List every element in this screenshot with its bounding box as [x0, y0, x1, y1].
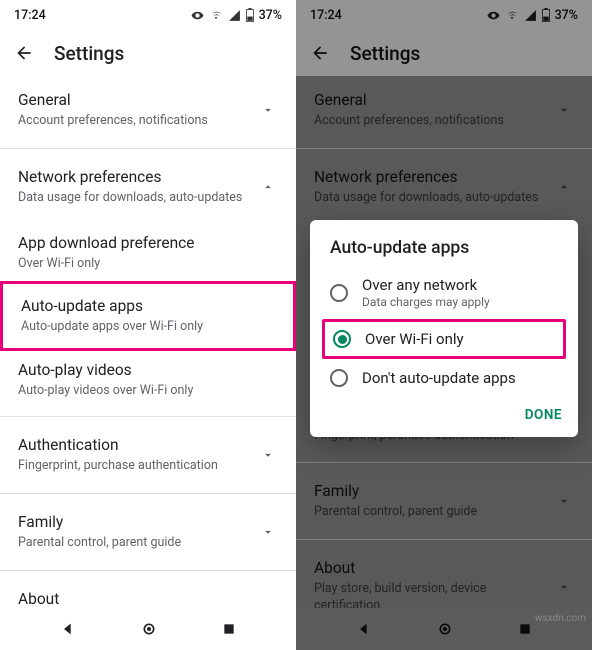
chevron-down-icon	[258, 448, 278, 462]
page-title: Settings	[54, 42, 124, 65]
done-button[interactable]: DONE	[525, 407, 562, 423]
nav-home-icon[interactable]	[141, 621, 157, 637]
divider	[0, 148, 296, 149]
divider	[0, 416, 296, 417]
dialog-auto-update: Auto-update apps Over any networkData ch…	[310, 220, 578, 437]
battery-icon	[246, 8, 254, 22]
nav-recent-icon[interactable]	[222, 622, 236, 636]
dialog-title: Auto-update apps	[310, 238, 578, 266]
status-bar: 17:24 37%	[0, 0, 296, 30]
item-download-pref[interactable]: App download preferenceOver Wi-Fi only	[0, 221, 296, 285]
radio-icon	[330, 284, 348, 302]
section-family[interactable]: FamilyParental control, parent guide	[0, 498, 296, 566]
section-auth[interactable]: AuthenticationFingerprint, purchase auth…	[0, 421, 296, 489]
status-time: 17:24	[14, 8, 46, 23]
radio-icon-selected	[333, 330, 351, 348]
screen-settings: 17:24 37% Settings GeneralAccount prefer…	[0, 0, 296, 650]
status-icons: 37%	[191, 8, 282, 23]
radio-any-network[interactable]: Over any networkData charges may apply	[310, 266, 578, 319]
item-autoplay[interactable]: Auto-play videosAuto-play videos over Wi…	[0, 348, 296, 412]
signal-icon	[228, 9, 241, 22]
section-network[interactable]: Network preferencesData usage for downlo…	[0, 153, 296, 221]
section-general[interactable]: GeneralAccount preferences, notification…	[0, 76, 296, 144]
chevron-up-icon	[258, 180, 278, 194]
wifi-icon	[209, 9, 223, 22]
eye-icon	[191, 9, 204, 22]
radio-dont-update[interactable]: Don't auto-update apps	[310, 359, 578, 397]
section-about[interactable]: AboutPlay store, build version, device c…	[0, 575, 296, 608]
battery-pct: 37%	[259, 8, 282, 23]
nav-back-icon[interactable]	[60, 621, 76, 637]
back-icon[interactable]	[14, 43, 34, 63]
divider	[0, 570, 296, 571]
item-auto-update[interactable]: Auto-update appsAuto-update apps over Wi…	[3, 284, 293, 348]
screen-dialog: 17:24 37% Settings GeneralAccount prefer…	[296, 0, 592, 650]
nav-bar	[0, 608, 296, 650]
chevron-down-icon	[258, 525, 278, 539]
radio-icon	[330, 369, 348, 387]
radio-wifi-only[interactable]: Over Wi-Fi only	[325, 322, 563, 356]
app-bar: Settings	[0, 30, 296, 76]
chevron-down-icon	[258, 103, 278, 117]
divider	[0, 493, 296, 494]
watermark: wsxdn.com	[535, 613, 586, 624]
